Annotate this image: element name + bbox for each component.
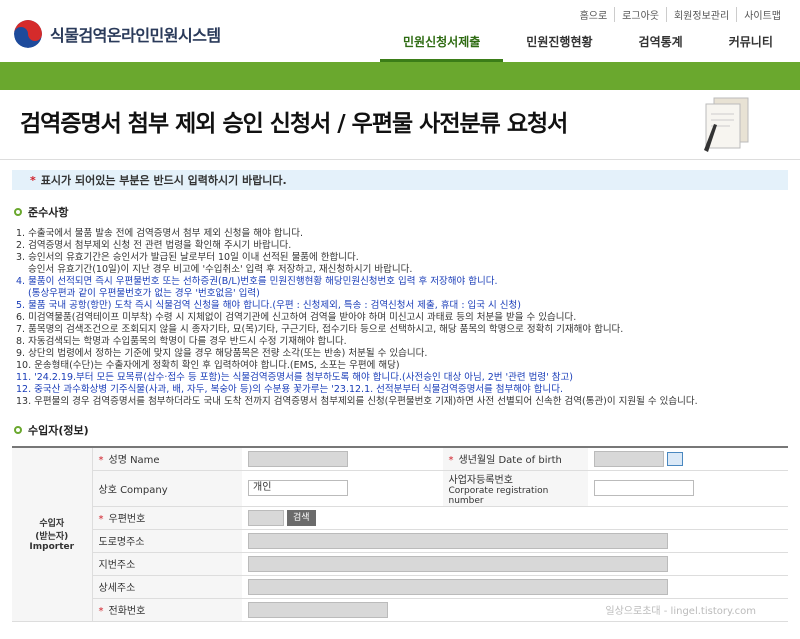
importer-form: 수입자 (받는자) Importer * 성명 Name * 생년월일 Date o…	[12, 446, 788, 622]
lot-address-cell	[242, 552, 788, 576]
rule-item: 12. 중국산 과수화상병 기주식물(사과, 배, 자두, 복숭아 등)의 수분…	[16, 384, 564, 395]
rule-item: 6. 미검역물품(검역테이프 미부착) 수령 시 지체없이 검역기관에 신고하여…	[16, 312, 577, 323]
app-title: 식물검역온라인민원시스템	[50, 26, 221, 45]
nav-progress-status[interactable]: 민원진행현황	[503, 33, 615, 62]
road-address-label: 도로명주소	[92, 529, 242, 553]
postal-label: * 우편번호	[92, 506, 242, 530]
corp-no-cell	[587, 470, 788, 507]
nav-community[interactable]: 커뮤니티	[706, 33, 796, 62]
circle-bullet-icon	[14, 208, 22, 216]
postal-search-button[interactable]: 검색	[287, 509, 316, 526]
rules-title: 준수사항	[28, 206, 69, 219]
postal-input[interactable]	[248, 509, 284, 526]
name-cell	[242, 447, 443, 471]
rule-item: 8. 자동검색되는 학명과 수입품목의 학명이 다를 경우 반드시 수정 기재해…	[16, 336, 347, 347]
rule-item: 1. 수출국에서 물품 발송 전에 검역증명서 첨부 제외 신청을 해야 합니다…	[16, 228, 304, 239]
util-sitemap-link[interactable]: 사이트맵	[736, 7, 788, 22]
rule-item: 13. 우편물의 경우 검역증명서를 첨부하더라도 국내 도착 전까지 검역증명…	[16, 396, 698, 407]
importer-side-label: 수입자 (받는자) Importer	[12, 447, 93, 622]
watermark: 일상으로초대 - lingel.tistory.com	[605, 606, 756, 617]
taegeuk-logo-icon	[14, 20, 42, 48]
rule-item: 10. 운송형태(수단)는 수출자에게 정확히 확인 후 입력하여야 합니다.(…	[16, 360, 400, 371]
rule-item: 2. 검역증명서 첨부제외 신청 전 관련 법령을 확인해 주시기 바랍니다.	[16, 240, 292, 251]
detail-address-cell	[242, 575, 788, 599]
name-input[interactable]	[248, 450, 348, 467]
postal-cell: 검색	[242, 506, 788, 530]
lot-address-input[interactable]	[248, 555, 668, 572]
phone-input[interactable]	[248, 601, 388, 618]
form-row: 상세주소	[12, 575, 788, 599]
importer-heading: 수입자(정보)	[14, 422, 800, 438]
corp-no-input[interactable]	[593, 480, 694, 496]
name-label: * 성명 Name	[92, 447, 242, 471]
rule-item: 4. 물품이 선적되면 즉시 우편물번호 또는 선하증권(B/L)번호를 민원진…	[16, 276, 498, 287]
company-input[interactable]: 개인	[248, 480, 348, 496]
road-address-input[interactable]	[248, 532, 668, 549]
dob-cell	[587, 447, 788, 471]
rule-item: (통상우편과 같이 우편물번호가 없는 경우 '번호없음' 입력)	[28, 288, 260, 299]
notice-text: 표시가 되어있는 부분은 반드시 입력하시기 바랍니다.	[40, 174, 287, 187]
main-nav: 민원신청서제출 민원진행현황 검역통계 커뮤니티	[380, 33, 796, 62]
form-row: 도로명주소	[12, 529, 788, 553]
util-home-link[interactable]: 홈으로	[573, 7, 615, 22]
title-area: 검역증명서 첨부 제외 승인 신청서 / 우편물 사전분류 요청서	[0, 90, 800, 160]
circle-bullet-icon	[14, 426, 22, 434]
documents-illustration-icon	[700, 94, 752, 154]
nav-application-submit[interactable]: 민원신청서제출	[380, 33, 504, 62]
rule-item: 7. 품목명의 검색조건으로 조회되지 않을 시 종자기타, 묘(목)기타, 구…	[16, 324, 624, 335]
lot-address-label: 지번주소	[92, 552, 242, 576]
form-row: 수입자 (받는자) Importer * 성명 Name * 생년월일 Date o…	[12, 447, 788, 622]
form-row: * 우편번호 검색	[12, 506, 788, 530]
form-row: 상호 Company 개인 사업자등록번호 Corporate registrat…	[12, 470, 788, 507]
util-account-link[interactable]: 회원정보관리	[665, 7, 736, 22]
calendar-icon[interactable]	[666, 451, 683, 466]
required-notice: * 표시가 되어있는 부분은 반드시 입력하시기 바랍니다.	[12, 170, 788, 190]
green-banner	[0, 62, 800, 90]
dob-label: * 생년월일 Date of birth	[442, 447, 588, 471]
dob-input[interactable]	[593, 450, 664, 467]
road-address-cell	[242, 529, 788, 553]
nav-statistics[interactable]: 검역통계	[616, 33, 706, 62]
form-row: 지번주소	[12, 552, 788, 576]
utility-links: 홈으로 로그아웃 회원정보관리 사이트맵	[573, 7, 788, 22]
rules-list: 1. 수출국에서 물품 발송 전에 검역증명서 첨부 제외 신청을 해야 합니다…	[16, 228, 800, 408]
detail-address-label: 상세주소	[92, 575, 242, 599]
page-title: 검역증명서 첨부 제외 승인 신청서 / 우편물 사전분류 요청서	[20, 111, 568, 137]
importer-title: 수입자(정보)	[28, 424, 89, 437]
required-mark-icon: *	[30, 173, 36, 187]
header: 식물검역온라인민원시스템 홈으로 로그아웃 회원정보관리 사이트맵 민원신청서제…	[0, 0, 800, 62]
company-label: 상호 Company	[92, 470, 242, 507]
rule-item: 11. '24.2.19.부터 모든 묘목류(삽수·접수 등 포함)는 식물검역…	[16, 372, 573, 383]
util-logout-link[interactable]: 로그아웃	[614, 7, 666, 22]
rules-heading: 준수사항	[14, 204, 800, 220]
detail-address-input[interactable]	[248, 578, 668, 595]
rule-item: 3. 승인서의 유효기간은 승인서가 발급된 날로부터 10일 이내 선적된 물…	[16, 252, 359, 263]
corp-no-label: 사업자등록번호 Corporate registration number	[442, 470, 588, 507]
rule-item: 9. 상단의 법령에서 정하는 기준에 맞지 않을 경우 해당품목은 전량 소각…	[16, 348, 428, 359]
site-logo[interactable]: 식물검역온라인민원시스템	[14, 20, 221, 48]
rule-item: 5. 물품 국내 공항(항만) 도착 즉시 식물검역 신청을 해야 합니다.(우…	[16, 300, 521, 311]
phone-label: * 전화번호	[92, 598, 242, 622]
company-cell: 개인	[242, 470, 443, 507]
rule-item: 승인서 유효기간(10일)이 지난 경우 비고에 '수입취소' 입력 후 저장하…	[28, 264, 413, 275]
